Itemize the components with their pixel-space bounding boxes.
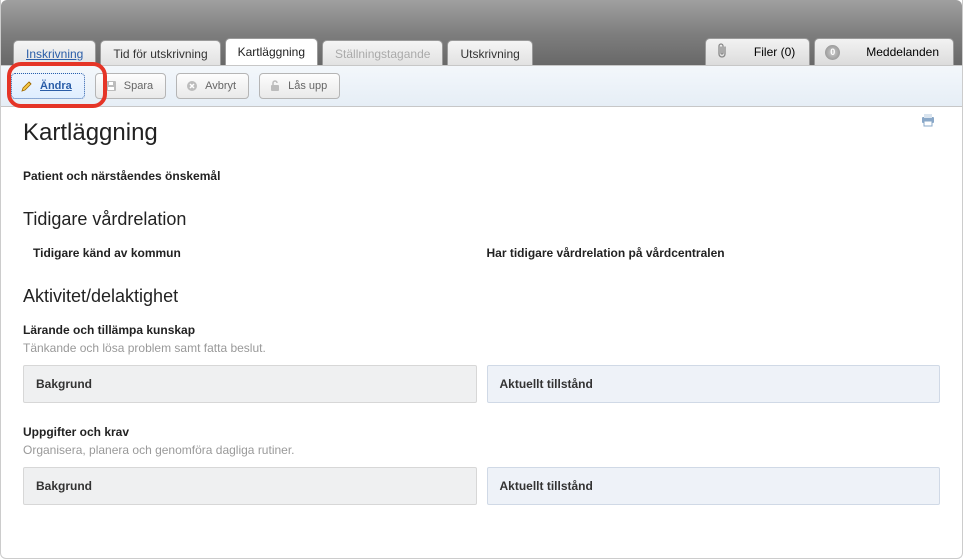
patient-wishes-label: Patient och närståendes önskemål <box>23 169 940 183</box>
aktuellt-panel-2[interactable]: Aktuellt tillstånd <box>487 467 941 505</box>
larande-title: Lärande och tillämpa kunskap <box>23 323 940 337</box>
lasupp-label: Lås upp <box>288 80 327 92</box>
tab-inskrivning-link[interactable]: Inskrivning <box>26 47 83 61</box>
larande-panels: Bakgrund Aktuellt tillstånd <box>23 365 940 403</box>
section-aktivitet-title: Aktivitet/delaktighet <box>23 286 940 307</box>
tabs-row: Inskrivning Tid för utskrivning Kartlägg… <box>1 35 962 65</box>
page-title: Kartläggning <box>23 119 940 147</box>
print-icon[interactable] <box>920 113 936 127</box>
andra-button[interactable]: Ändra <box>11 73 85 99</box>
andra-label: Ändra <box>40 80 72 92</box>
cancel-icon <box>185 79 199 93</box>
aktuellt-panel-1[interactable]: Aktuellt tillstånd <box>487 365 941 403</box>
paperclip-icon <box>716 43 728 62</box>
tidigare-row: Tidigare känd av kommun Har tidigare vår… <box>23 246 940 260</box>
pencil-icon <box>20 79 34 93</box>
tab-kartlaggning[interactable]: Kartläggning <box>225 38 318 65</box>
larande-desc: Tänkande och lösa problem samt fatta bes… <box>23 341 940 355</box>
avbryt-label: Avbryt <box>205 80 236 92</box>
meddelanden-label: Meddelanden <box>866 45 939 59</box>
content-area: Kartläggning Patient och närståendes öns… <box>1 107 962 517</box>
spara-label: Spara <box>124 80 153 92</box>
unlock-icon <box>268 79 282 93</box>
section-tidigare-title: Tidigare vårdrelation <box>23 209 940 230</box>
window-titlebar <box>1 0 962 35</box>
tidigare-kommun-label: Tidigare känd av kommun <box>23 246 477 260</box>
tab-utskrivning[interactable]: Utskrivning <box>447 40 532 65</box>
tidigare-vardcentral-label: Har tidigare vårdrelation på vårdcentral… <box>487 246 941 260</box>
uppgifter-desc: Organisera, planera och genomföra daglig… <box>23 443 940 457</box>
lasupp-button[interactable]: Lås upp <box>259 73 340 99</box>
spara-button[interactable]: Spara <box>95 73 166 99</box>
tab-inskrivning[interactable]: Inskrivning <box>13 40 96 65</box>
toolbar: Ändra Spara Avbryt Lås upp <box>1 65 962 107</box>
bakgrund-panel-2[interactable]: Bakgrund <box>23 467 477 505</box>
tab-tid-for-utskrivning[interactable]: Tid för utskrivning <box>100 40 220 65</box>
app-window: Inskrivning Tid för utskrivning Kartlägg… <box>0 0 963 559</box>
avbryt-button[interactable]: Avbryt <box>176 73 249 99</box>
meddelanden-button[interactable]: 0 Meddelanden <box>814 38 954 65</box>
save-icon <box>104 79 118 93</box>
bakgrund-panel-1[interactable]: Bakgrund <box>23 365 477 403</box>
message-count-badge: 0 <box>825 45 840 60</box>
tabs-right-group: Filer (0) 0 Meddelanden <box>705 38 954 65</box>
filer-label: Filer (0) <box>754 45 795 59</box>
uppgifter-panels: Bakgrund Aktuellt tillstånd <box>23 467 940 505</box>
uppgifter-title: Uppgifter och krav <box>23 425 940 439</box>
tab-stallningstagande: Ställningstagande <box>322 40 443 65</box>
filer-button[interactable]: Filer (0) <box>705 38 810 65</box>
